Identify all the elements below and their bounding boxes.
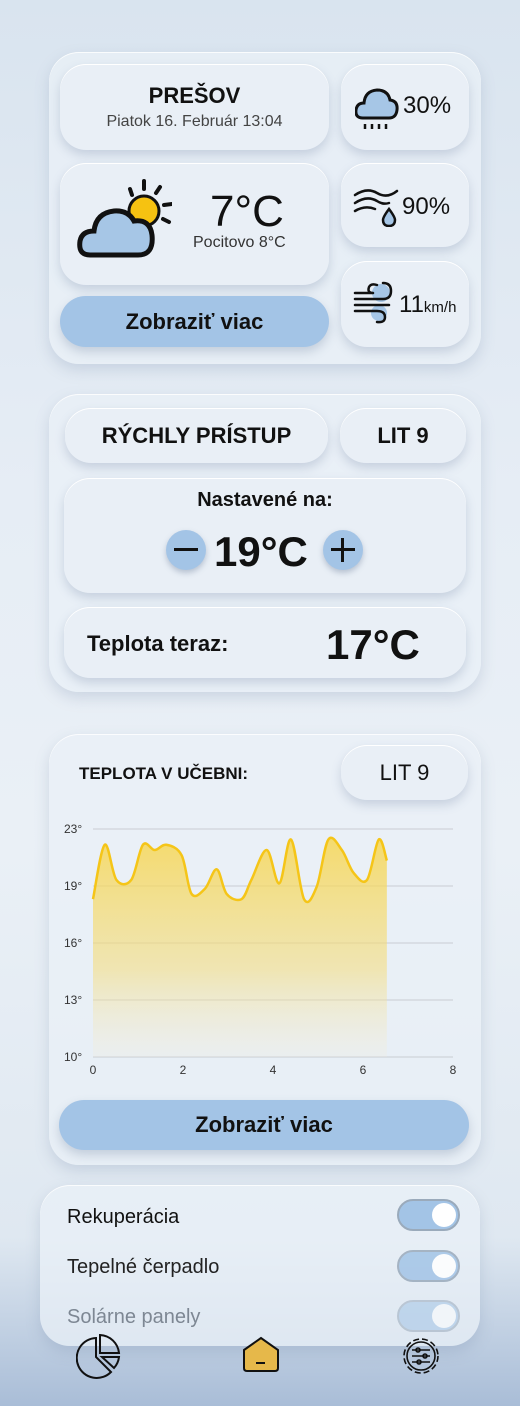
wind-value: 11	[399, 291, 424, 318]
y-tick-label: 19°	[64, 879, 82, 893]
chart-area	[93, 837, 387, 1057]
toggle-label-rekuperacia: Rekuperácia	[67, 1206, 180, 1228]
y-tick-label: 23°	[64, 822, 82, 836]
setpoint-value: 19°C	[214, 528, 308, 575]
toggle-rekuperacia[interactable]	[397, 1199, 460, 1231]
rain-cloud-icon	[355, 88, 399, 129]
x-tick-label: 4	[270, 1063, 277, 1077]
setpoint-label: Nastavené na:	[197, 489, 333, 511]
room-selector[interactable]: LIT 9	[340, 408, 466, 463]
toggle-solarne-panely[interactable]	[397, 1300, 460, 1332]
current-temperature: 7°C	[210, 187, 284, 236]
quick-access-title: RÝCHLY PRÍSTUP	[65, 408, 328, 463]
wind-tile: 11km/h	[341, 261, 469, 347]
current-weather-tile: 7°C Pocitovo 8°C	[60, 163, 329, 285]
humidity-icon	[353, 189, 399, 227]
weather-more-button[interactable]: Zobraziť viac	[60, 296, 329, 347]
date-time: Piatok 16. Február 13:04	[106, 113, 283, 130]
toggle-label-solarne-panely: Solárne panely	[67, 1306, 201, 1328]
city-name: PREŠOV	[148, 83, 241, 108]
classroom-room-selector[interactable]: LIT 9	[341, 745, 468, 800]
y-tick-label: 10°	[64, 1050, 82, 1064]
wind-speed: 11km/h	[399, 291, 456, 319]
y-tick-label: 16°	[64, 936, 82, 950]
increase-button[interactable]	[323, 530, 363, 570]
stats-icon[interactable]	[76, 1333, 122, 1379]
minus-icon	[174, 548, 198, 551]
rain-chance: 30%	[403, 92, 452, 119]
current-temp-label: Teplota teraz:	[87, 631, 229, 656]
classroom-more-button[interactable]: Zobraziť viac	[59, 1100, 469, 1150]
toggle-tepelne-cerpadlo[interactable]	[397, 1250, 460, 1282]
x-tick-label: 2	[180, 1063, 187, 1077]
current-temp-value: 17°C	[326, 621, 420, 668]
classroom-title: TEPLOTA V UČEBNI:	[79, 764, 249, 783]
toggle-label-tepelne-cerpadlo: Tepelné čerpadlo	[67, 1256, 220, 1278]
wind-unit: km/h	[423, 299, 457, 316]
settings-icon[interactable]	[399, 1334, 443, 1378]
x-tick-label: 0	[90, 1063, 97, 1077]
temperature-chart: 10° 13° 16° 19° 23° 0 2 4 6 8	[64, 822, 457, 1077]
feels-like: Pocitovo 8°C	[193, 234, 286, 251]
partly-cloudy-icon	[77, 179, 172, 258]
wind-icon	[353, 281, 393, 324]
y-tick-label: 13°	[64, 993, 82, 1007]
x-tick-label: 8	[450, 1063, 457, 1077]
setpoint-tile: Nastavené na: 19°C	[64, 478, 466, 593]
home-icon[interactable]	[241, 1336, 281, 1372]
x-tick-label: 6	[360, 1063, 367, 1077]
location-tile: PREŠOV Piatok 16. Február 13:04	[60, 64, 329, 150]
humidity-value: 90%	[402, 193, 451, 220]
humidity-tile: 90%	[341, 163, 469, 247]
current-temp-tile: Teplota teraz: 17°C	[64, 607, 466, 678]
rain-tile: 30%	[341, 64, 469, 150]
decrease-button[interactable]	[166, 530, 206, 570]
